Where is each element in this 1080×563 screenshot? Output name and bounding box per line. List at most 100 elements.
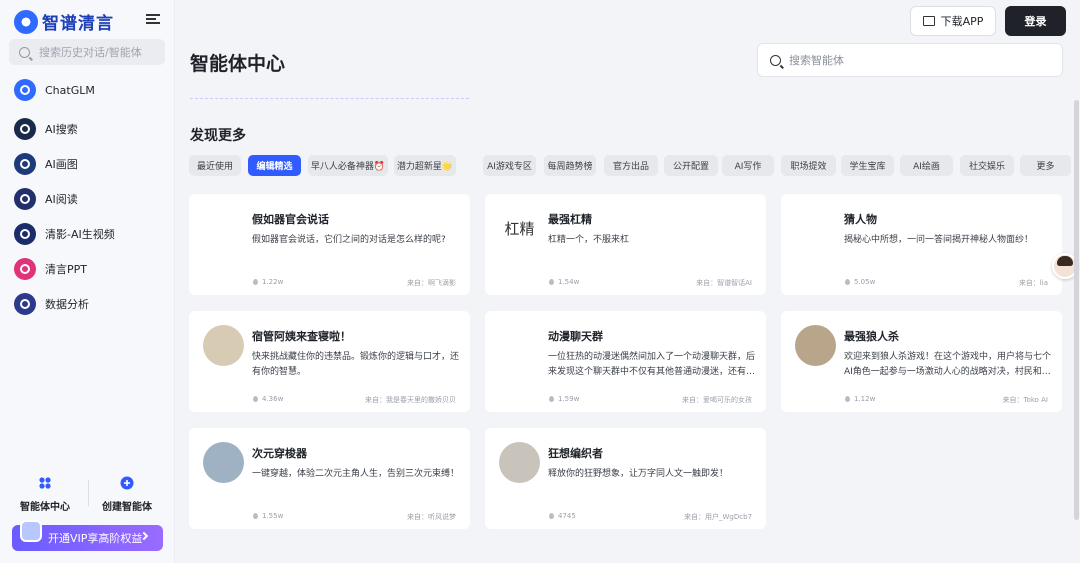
usage-count: 1.22w — [262, 278, 284, 286]
tab-11[interactable]: AI绘画 — [900, 155, 953, 176]
tab-9[interactable]: 职场提效 — [781, 155, 836, 176]
agent-description: 一位狂热的动漫迷偶然间加入了一个动漫聊天群，后来发现这个聊天群中不仅有其他普通动… — [548, 352, 756, 377]
flame-icon — [549, 396, 554, 402]
agent-card[interactable]: 最强狼人杀欢迎来到狼人杀游戏！在这个游戏中，用户将与七个AI角色一起参与一场激动… — [781, 311, 1062, 412]
agent-name: 最强狼人杀 — [844, 330, 899, 343]
agent-author: 来自：用户_WgDcb7 — [683, 513, 752, 521]
search-icon — [770, 54, 781, 66]
agent-search-input[interactable]: 搜索智能体 — [757, 43, 1063, 77]
agent-card[interactable]: 猜人物 揭秘心中所想，一问一答间揭开神秘人物面纱！ 5.05w 来自：lia — [781, 194, 1062, 295]
agent-usage-stat: 1.12w — [845, 395, 875, 403]
vip-upgrade-button[interactable]: 开通VIP享高阶权益 — [12, 520, 163, 551]
device-icon — [922, 16, 935, 26]
sidebar-item-label: 数据分析 — [45, 298, 89, 311]
sidebar-item-0[interactable]: ChatGLM — [14, 78, 164, 102]
tab-13[interactable]: 更多 — [1020, 155, 1071, 176]
history-search-placeholder: 搜索历史对话/智能体 — [39, 46, 142, 59]
sidebar-item-1[interactable]: AI搜索 — [14, 117, 164, 141]
scrollbar[interactable] — [1074, 100, 1079, 520]
sidebar-item-label: 清言PPT — [45, 263, 87, 276]
silhouette-avatar — [795, 208, 836, 249]
usage-count: 1.55w — [262, 512, 284, 520]
sidebar-item-3[interactable]: AI阅读 — [14, 187, 164, 211]
agent-card[interactable]: 次元穿梭器 一键穿越，体验二次元主角人生，告别三次元束缚！ 1.55w 来自：听风说梦 — [189, 428, 470, 529]
flame-icon — [253, 513, 258, 519]
agent-description: 揭秘心中所想，一问一答间揭开神秘人物面纱！ — [844, 235, 1034, 245]
tab-5[interactable]: 每周趋势榜 — [544, 155, 596, 176]
tab-3[interactable]: 潜力超新星🌟 — [394, 155, 456, 176]
create-agent-icon — [120, 476, 134, 490]
download-app-button[interactable]: 下载APP — [910, 6, 996, 36]
download-app-label: 下载APP — [940, 15, 984, 28]
login-button[interactable]: 登录 — [1005, 6, 1066, 36]
flame-icon — [253, 279, 258, 285]
agent-description: 释放你的狂野想象，让万字同人文一触即发！ — [548, 469, 729, 479]
sidebar-item-4[interactable]: 清影-AI生视频 — [14, 222, 164, 246]
agent-card[interactable]: 狂想编织者释放你的狂野想象，让万字同人文一触即发！ 4745 来自：用户_WgDcb… — [485, 428, 766, 529]
agent-card[interactable]: 假如器官会说话 假如器官会说话，它们之间的对话是怎么样的呢? 1.22w 来自：啊飞滴… — [189, 194, 470, 295]
brand-logo[interactable]: 智谱清言 — [14, 9, 114, 34]
sidebar-item-label: AI画图 — [45, 158, 78, 171]
tab-6[interactable]: 官方出品 — [604, 155, 658, 176]
organ-avatar — [203, 208, 244, 249]
sidebar-item-label: ChatGLM — [45, 83, 95, 97]
agent-usage-stat: 5.05w — [845, 278, 875, 286]
ai-draw-icon — [14, 153, 36, 175]
agent-description: 欢迎来到狼人杀游戏！在这个游戏中，用户将与七个AI角色一起参与一场激动人心的战略… — [844, 352, 1052, 377]
tab-0[interactable]: 最近使用 — [189, 155, 241, 176]
collapse-sidebar-icon[interactable] — [146, 12, 162, 28]
ai-read-icon — [14, 188, 36, 210]
flame-icon — [549, 279, 554, 285]
usage-count: 4745 — [558, 512, 576, 520]
tab-10[interactable]: 学生宝库 — [841, 155, 894, 176]
category-tabs: 最近使用 编辑精选 早八人必备神器⏰ 潜力超新星🌟 AI游戏专区 每周趋势榜 官方出品 公开配… — [189, 155, 1071, 176]
agent-author: 来自：爱喝可乐的女孩 — [682, 396, 752, 404]
agent-name: 假如器官会说话 — [252, 213, 329, 226]
usage-count: 1.59w — [558, 395, 580, 403]
tab-2[interactable]: 早八人必备神器⏰ — [308, 155, 388, 176]
search-icon — [19, 46, 30, 58]
tab-8[interactable]: AI写作 — [722, 155, 774, 176]
zhipu-logo-icon — [14, 9, 38, 34]
tab-1[interactable]: 编辑精选 — [248, 155, 301, 176]
history-search-input[interactable]: 搜索历史对话/智能体 — [9, 39, 165, 65]
usage-count: 5.05w — [854, 278, 876, 286]
tab-4[interactable]: AI游戏专区 — [483, 155, 536, 176]
agent-description: 假如器官会说话，它们之间的对话是怎么样的呢? — [252, 235, 446, 245]
tab-7[interactable]: 公开配置 — [664, 155, 718, 176]
dimension-avatar — [203, 442, 244, 483]
agent-description: 快来挑战藏住你的违禁品。锻炼你的逻辑与口才，还有你的智慧。 — [252, 352, 460, 377]
sidebar-item-2[interactable]: AI画图 — [14, 152, 164, 176]
sidebar-tools: 智能体中心 创建智能体 — [10, 476, 165, 513]
agent-usage-stat: 1.22w — [253, 278, 283, 286]
agent-card[interactable]: 杠精 最强杠精 杠精一个，不服来杠 1.54w 来自：智谱智话AI — [485, 194, 766, 295]
agent-description: 杠精一个，不服来杠 — [548, 235, 630, 245]
ai-video-icon — [14, 223, 36, 245]
agent-card[interactable]: 宿管阿姨来查寝啦！ 快来挑战藏住你的违禁品。锻炼你的逻辑与口才，还有你的智慧。 4.… — [189, 311, 470, 412]
agent-card[interactable]: 动漫聊天群一位狂热的动漫迷偶然间加入了一个动漫聊天群，后来发现这个聊天群中不仅有… — [485, 311, 766, 412]
agent-name: 宿管阿姨来查寝啦！ — [252, 330, 351, 343]
sidebar-item-6[interactable]: 数据分析 — [14, 292, 164, 316]
sidebar-item-5[interactable]: 清言PPT — [14, 257, 164, 281]
wolf-avatar — [795, 325, 836, 366]
usage-count: 1.12w — [854, 395, 876, 403]
sidebar: 智谱清言 搜索历史对话/智能体 ChatGLM AI搜索 AI画图 AI阅读清影-AI… — [0, 0, 175, 563]
agent-author: 来自：智谱智话AI — [696, 279, 752, 287]
page-title: 智能体中心 — [190, 53, 286, 75]
agent-center-button[interactable]: 智能体中心 — [10, 476, 80, 513]
agent-name: 狂想编织者 — [548, 447, 603, 460]
create-agent-button[interactable]: 创建智能体 — [92, 476, 162, 513]
usage-count: 4.36w — [262, 395, 284, 403]
flame-icon — [549, 513, 554, 519]
agent-name: 动漫聊天群 — [548, 330, 603, 343]
create-agent-label: 创建智能体 — [102, 502, 152, 513]
flame-icon — [253, 396, 258, 402]
flame-icon — [845, 279, 850, 285]
agent-usage-stat: 1.54w — [549, 278, 579, 286]
ppt-icon — [14, 258, 36, 280]
agent-name: 猜人物 — [844, 213, 877, 226]
sidebar-item-label: 清影-AI生视频 — [45, 228, 115, 241]
agent-usage-stat: 1.55w — [253, 512, 283, 520]
tab-12[interactable]: 社交娱乐 — [960, 155, 1014, 176]
weaver-avatar — [499, 442, 540, 483]
